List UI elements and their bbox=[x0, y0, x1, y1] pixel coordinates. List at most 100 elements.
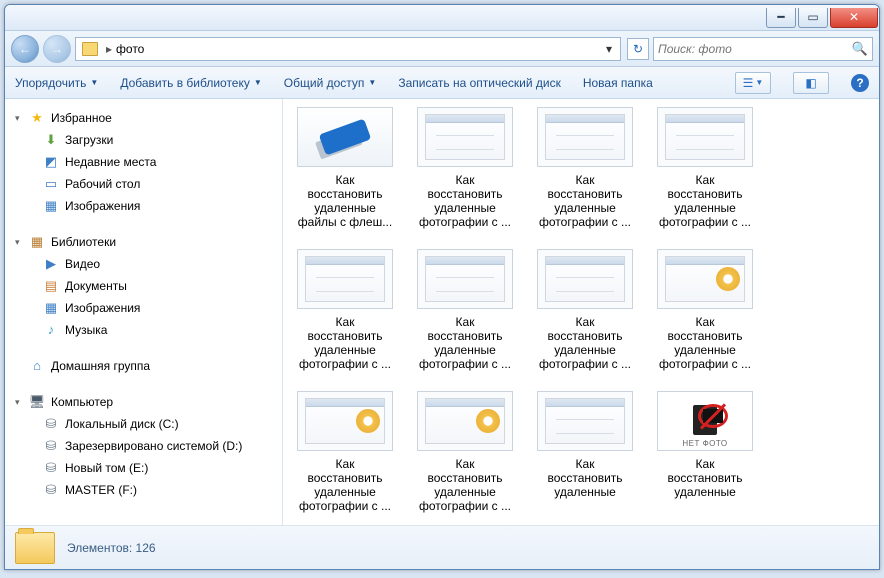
sidebar-item-label: Видео bbox=[65, 255, 100, 273]
file-thumbnail bbox=[417, 107, 513, 167]
sidebar-item-label: MASTER (F:) bbox=[65, 481, 137, 499]
back-icon: ← bbox=[19, 42, 31, 56]
sidebar-item-favorites-2[interactable]: ▭ Рабочий стол bbox=[5, 173, 282, 195]
change-view-button[interactable]: ☰▼ bbox=[735, 72, 771, 94]
file-thumbnail bbox=[297, 391, 393, 451]
chevron-down-icon: ▼ bbox=[254, 78, 262, 87]
new-folder-button[interactable]: Новая папка bbox=[583, 76, 653, 90]
sidebar-item-libraries-2[interactable]: ▦Изображения bbox=[5, 297, 282, 319]
organize-button[interactable]: Упорядочить▼ bbox=[15, 76, 98, 90]
sidebar-homegroup[interactable]: ▸ ⌂ Домашняя группа bbox=[5, 355, 282, 377]
address-dropdown-icon[interactable]: ▾ bbox=[600, 42, 618, 56]
sidebar-item-favorites-0[interactable]: ⬇Загрузки bbox=[5, 129, 282, 151]
maximize-button[interactable]: ▭ bbox=[798, 8, 828, 28]
file-label: Как восстановить удаленные фотографии с … bbox=[417, 457, 513, 513]
folder-large-icon bbox=[15, 532, 55, 564]
command-bar: Упорядочить▼ Добавить в библиотеку▼ Общи… bbox=[5, 67, 879, 99]
file-thumbnail bbox=[537, 249, 633, 309]
collapse-icon: ▾ bbox=[15, 233, 23, 251]
file-item[interactable]: Как восстановить удаленные фотографии с … bbox=[297, 391, 393, 513]
file-label: Как восстановить удаленные фотографии с … bbox=[537, 173, 633, 229]
file-item[interactable]: Как восстановить удаленные фотографии с … bbox=[417, 249, 513, 371]
maximize-icon: ▭ bbox=[807, 10, 818, 24]
star-icon: ★ bbox=[29, 110, 45, 126]
close-icon: ✕ bbox=[849, 10, 859, 24]
file-item[interactable]: Как восстановить удаленные фотографии с … bbox=[537, 107, 633, 229]
file-item[interactable]: НЕТ ФОТОКак восстановить удаленные bbox=[657, 391, 753, 513]
collapse-icon: ▾ bbox=[15, 109, 23, 127]
disk-icon: ⛁ bbox=[43, 460, 59, 476]
share-button[interactable]: Общий доступ▼ bbox=[284, 76, 377, 90]
file-item[interactable]: Как восстановить удаленные фотографии с … bbox=[417, 391, 513, 513]
file-label: Как восстановить удаленные фотографии с … bbox=[657, 173, 753, 229]
refresh-icon: ↻ bbox=[633, 42, 643, 56]
file-item[interactable]: Как восстановить удаленные файлы с флеш.… bbox=[297, 107, 393, 229]
folder-icon bbox=[82, 42, 98, 56]
sidebar-item-computer-0[interactable]: ⛁Локальный диск (C:) bbox=[5, 413, 282, 435]
refresh-button[interactable]: ↻ bbox=[627, 38, 649, 60]
file-item[interactable]: Как восстановить удаленные фотографии с … bbox=[417, 107, 513, 229]
doc-icon: ▤ bbox=[43, 278, 59, 294]
sidebar-favorites-header[interactable]: ▾ ★ Избранное bbox=[5, 107, 282, 129]
sidebar-item-computer-2[interactable]: ⛁ Новый том (E:) bbox=[5, 457, 282, 479]
chevron-down-icon: ▼ bbox=[755, 78, 763, 87]
search-box[interactable]: 🔍 bbox=[653, 37, 873, 61]
minimize-icon: ━ bbox=[777, 10, 784, 24]
address-bar[interactable]: ▸ фото ▾ bbox=[75, 37, 621, 61]
desk-icon: ▭ bbox=[43, 176, 59, 192]
file-item[interactable]: Как восстановить удаленные bbox=[537, 391, 633, 513]
disk-icon: ⛁ bbox=[43, 416, 59, 432]
sidebar-item-favorites-3[interactable]: ▦Изображения bbox=[5, 195, 282, 217]
sidebar-computer-header[interactable]: ▾ 🖥 Компьютер bbox=[5, 391, 282, 413]
breadcrumb-current[interactable]: фото bbox=[116, 42, 600, 56]
back-button[interactable]: ← bbox=[11, 35, 39, 63]
sidebar-item-libraries-3[interactable]: ♪Музыка bbox=[5, 319, 282, 341]
file-item[interactable]: Как восстановить удаленные фотографии с … bbox=[537, 249, 633, 371]
sidebar-item-computer-3[interactable]: ⛁ MASTER (F:) bbox=[5, 479, 282, 501]
homegroup-icon: ⌂ bbox=[29, 358, 45, 374]
preview-pane-icon: ◧ bbox=[805, 76, 816, 90]
sidebar-item-label: Новый том (E:) bbox=[65, 459, 148, 477]
file-thumbnail bbox=[537, 391, 633, 451]
chevron-down-icon: ▼ bbox=[90, 78, 98, 87]
close-button[interactable]: ✕ bbox=[830, 8, 878, 28]
sidebar-item-label: Зарезервировано системой (D:) bbox=[65, 437, 242, 455]
sidebar-item-computer-1[interactable]: ⛁ Зарезервировано системой (D:) bbox=[5, 435, 282, 457]
breadcrumb-sep-icon[interactable]: ▸ bbox=[102, 42, 116, 56]
computer-icon: 🖥 bbox=[29, 394, 45, 410]
file-item[interactable]: Как восстановить удаленные фотографии с … bbox=[297, 249, 393, 371]
nav-bar: ← → ▸ фото ▾ ↻ 🔍 bbox=[5, 31, 879, 67]
file-item[interactable]: Как восстановить удаленные фотографии с … bbox=[657, 107, 753, 229]
titlebar[interactable]: фото ━ ▭ ✕ bbox=[5, 5, 879, 31]
file-label: Как восстановить удаленные фотографии с … bbox=[417, 173, 513, 229]
file-label: Как восстановить удаленные фотографии с … bbox=[657, 315, 753, 371]
sidebar-item-libraries-1[interactable]: ▤Документы bbox=[5, 275, 282, 297]
view-icon: ☰ bbox=[743, 76, 754, 90]
sidebar-libraries-header[interactable]: ▾ ▦ Библиотеки bbox=[5, 231, 282, 253]
pic-icon: ▦ bbox=[43, 300, 59, 316]
sidebar-item-favorites-1[interactable]: ◩ Недавние места bbox=[5, 151, 282, 173]
help-button[interactable]: ? bbox=[851, 74, 869, 92]
file-item[interactable]: Как восстановить удаленные фотографии с … bbox=[657, 249, 753, 371]
burn-button[interactable]: Записать на оптический диск bbox=[398, 76, 561, 90]
preview-pane-button[interactable]: ◧ bbox=[793, 72, 829, 94]
sidebar-item-libraries-0[interactable]: ▶Видео bbox=[5, 253, 282, 275]
include-library-button[interactable]: Добавить в библиотеку▼ bbox=[120, 76, 261, 90]
file-thumbnail bbox=[657, 107, 753, 167]
disk-icon: ⛁ bbox=[43, 438, 59, 454]
file-label: Как восстановить удаленные фотографии с … bbox=[297, 457, 393, 513]
forward-button[interactable]: → bbox=[43, 35, 71, 63]
search-icon[interactable]: 🔍 bbox=[852, 41, 868, 57]
minimize-button[interactable]: ━ bbox=[766, 8, 796, 28]
file-thumbnail bbox=[297, 249, 393, 309]
recent-icon: ◩ bbox=[43, 154, 59, 170]
file-label: Как восстановить удаленные файлы с флеш.… bbox=[297, 173, 393, 229]
file-thumbnail bbox=[297, 107, 393, 167]
items-view[interactable]: Как восстановить удаленные файлы с флеш.… bbox=[283, 99, 879, 525]
disk-icon: ⛁ bbox=[43, 482, 59, 498]
explorer-window: фото ━ ▭ ✕ ← → ▸ фото ▾ ↻ 🔍 Упорядочить▼… bbox=[4, 4, 880, 570]
file-label: Как восстановить удаленные bbox=[657, 457, 753, 499]
search-input[interactable] bbox=[658, 42, 852, 56]
sidebar-item-label: Рабочий стол bbox=[65, 175, 140, 193]
sidebar-item-label: Недавние места bbox=[65, 153, 156, 171]
